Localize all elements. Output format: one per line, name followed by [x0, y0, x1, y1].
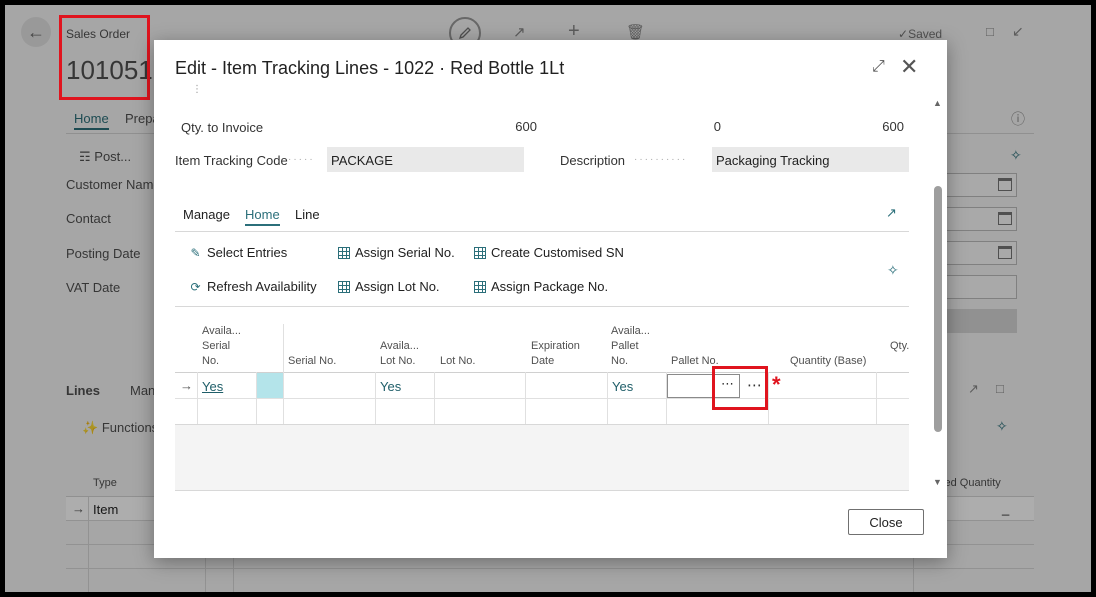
item-tracking-code-label: Item Tracking Code — [175, 153, 288, 168]
col-serial-no[interactable]: Serial No. — [288, 354, 336, 369]
scrollbar-thumb[interactable] — [934, 186, 942, 432]
item-tracking-dialog: Edit - Item Tracking Lines - 1022 · Red … — [154, 40, 947, 558]
refresh-icon: ⟳ — [190, 279, 201, 294]
description-label: Description — [560, 153, 626, 168]
qty-to-invoice-label: Qty. to Invoice — [181, 120, 264, 135]
dialog-title: Edit - Item Tracking Lines - 1022 · Red … — [175, 58, 565, 78]
row-arrow-icon: → — [180, 378, 193, 393]
create-customised-sn-button[interactable]: Create Customised SN — [472, 245, 624, 260]
required-asterisk: * — [772, 372, 781, 397]
create-sn-icon — [472, 246, 487, 260]
col-available-lot[interactable]: Availa... Lot No. — [380, 339, 419, 369]
close-icon[interactable]: ✕ — [900, 54, 918, 80]
available-pallet-cell[interactable]: Yes — [612, 379, 633, 394]
pin-icon[interactable]: ✧ — [887, 262, 899, 279]
tab-home[interactable]: Home — [245, 207, 280, 226]
serial-number-icon — [336, 246, 351, 260]
select-entries-button[interactable]: ✎ Select Entries — [188, 245, 287, 260]
col-qty[interactable]: Qty. — [890, 339, 909, 354]
available-lot-cell[interactable]: Yes — [380, 379, 401, 394]
assign-lot-button[interactable]: Assign Lot No. — [336, 279, 440, 294]
refresh-availability-button[interactable]: ⟳ Refresh Availability — [188, 279, 316, 294]
select-entries-icon: ✎ — [190, 245, 201, 260]
selected-cell[interactable] — [257, 373, 283, 398]
package-number-icon — [472, 280, 487, 294]
more-fields-icon: ⋮ — [192, 84, 202, 95]
expand-icon[interactable]: ⤢ — [872, 58, 885, 76]
assign-serial-button[interactable]: Assign Serial No. — [336, 245, 455, 260]
available-serial-cell[interactable]: Yes — [202, 379, 223, 394]
close-button[interactable]: Close — [848, 509, 924, 535]
lot-number-icon — [336, 280, 351, 294]
highlight-box-document — [59, 15, 150, 100]
qty-to-invoice-undefined: 600 — [882, 119, 904, 134]
col-available-pallet[interactable]: Availa... Pallet No. — [611, 324, 650, 369]
col-expiration-date[interactable]: Expiration Date — [531, 339, 580, 369]
tab-line[interactable]: Line — [295, 207, 320, 222]
highlight-box-lookup — [712, 366, 768, 410]
assign-package-button[interactable]: Assign Package No. — [472, 279, 608, 294]
share-icon[interactable]: ↗ — [886, 205, 897, 221]
qty-to-invoice-value: 600 — [515, 119, 537, 134]
col-available-serial[interactable]: Availa... Serial No. — [202, 324, 241, 369]
description-field: Packaging Tracking — [712, 147, 909, 172]
tab-manage[interactable]: Manage — [183, 207, 230, 222]
col-quantity-base[interactable]: Quantity (Base) — [790, 354, 866, 369]
col-lot-no[interactable]: Lot No. — [440, 354, 475, 369]
scroll-up-icon[interactable]: ▲ — [933, 98, 942, 108]
qty-to-invoice-handled: 0 — [713, 119, 721, 134]
item-tracking-code-field: PACKAGE — [327, 147, 524, 172]
scroll-down-icon[interactable]: ▼ — [933, 477, 942, 487]
